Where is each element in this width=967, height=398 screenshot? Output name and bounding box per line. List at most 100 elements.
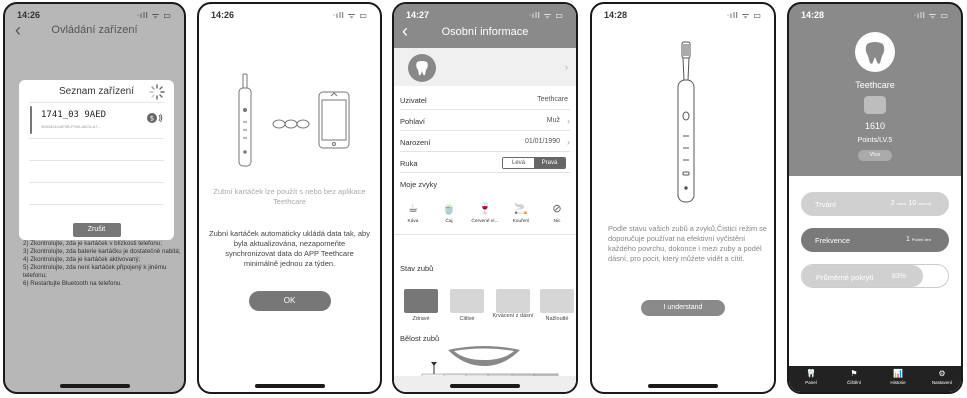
usage-info-text: Zubní kartáček lze použít s nebo bez apl…	[213, 187, 366, 206]
none-icon: ⊘	[552, 203, 562, 215]
tea-icon: 🍵	[442, 203, 456, 215]
home-indicator[interactable]	[648, 384, 718, 388]
hand-left-option[interactable]: Levá	[503, 158, 534, 168]
page-title: Osobní informace	[441, 26, 529, 38]
chevron-right-icon: ›	[567, 116, 570, 126]
recommendation-text: Podle stavu vašich zubů a zvyků,Čisticí …	[608, 224, 767, 263]
chevron-right-icon: ›	[565, 62, 568, 72]
gender-row[interactable]: Pohlaví Muž ›	[400, 111, 570, 131]
hand-right-option[interactable]: Pravá	[534, 158, 565, 168]
coverage-label: Průměrné pokrytí	[816, 273, 874, 282]
habit-label: Čaj	[445, 219, 453, 224]
brush-icon: ⚑	[850, 369, 858, 378]
toothbrush-icon	[677, 41, 695, 203]
tip-item: 5) Zkontrolujte, zda není kartáček připo…	[23, 264, 167, 279]
brush-phone-sync-illustration	[238, 73, 350, 167]
frequency-value: 1 Počet/ den	[906, 236, 931, 243]
sync-info-text: Zubní kartáček automaticky ukládá data t…	[209, 229, 370, 268]
app-logo	[855, 32, 895, 72]
habit-smoking[interactable]: 🚬 Kouření	[504, 202, 538, 224]
teeth-option-sensitive[interactable]	[450, 289, 484, 313]
phone-dashboard: 14:28 ᐧıll ᯤ ▭ Teethcare 1610 Points/LV.…	[787, 2, 963, 394]
device-name[interactable]: 1741_03 9AED	[41, 110, 106, 120]
tab-history[interactable]: 📊 Historie	[878, 369, 918, 385]
teeth-label: Citlivé	[459, 316, 475, 322]
i-understand-button[interactable]: I understand	[641, 300, 725, 316]
tab-label: Čištění	[846, 380, 861, 385]
row-value: 01/01/1990	[524, 138, 560, 145]
section-title-whiteness: Bělost zubů	[400, 334, 440, 343]
device-id: 39834244-8F0B-F930-A6C5-A7...	[41, 124, 102, 129]
home-indicator[interactable]	[254, 384, 325, 388]
teeth-option-bleeding[interactable]	[496, 289, 530, 313]
page-title: Ovládání zařízení	[51, 24, 138, 36]
habit-label: Kouření	[512, 219, 530, 224]
section-title-habits: Moje zvyky	[400, 180, 438, 189]
duration-card[interactable]: Trvání 2 minut 10 sekund	[801, 192, 949, 216]
gear-icon: ⚙	[938, 369, 946, 378]
frequency-card[interactable]: Frekvence 1 Počet/ den	[801, 228, 949, 252]
user-row[interactable]: Uzivatel Teethcare	[400, 90, 570, 110]
toothbrush-icon	[30, 106, 32, 134]
level-label: Points/LV.5	[857, 137, 893, 144]
signal-icon: ᐧıll ᯤ ▭	[913, 11, 949, 20]
teeth-option-yellow[interactable]	[540, 289, 574, 313]
row-label: Uzivatel	[400, 96, 427, 105]
more-button[interactable]: Více	[858, 150, 892, 161]
signal-icon: ᐧıll ᯤ ▭	[332, 11, 368, 20]
phone-recommendation: 14:28 ᐧıll ᯤ ▭ Podle stavu vašich zubů a…	[590, 2, 776, 394]
hand-toggle[interactable]: Levá Pravá	[502, 157, 566, 169]
habit-tea[interactable]: 🍵 Čaj	[432, 202, 466, 224]
phone-device-control: 14:26 ᐧıll ᯤ ▭ ‹ Ovládání zařízení Sezna…	[3, 2, 186, 394]
tab-cleaning[interactable]: ⚑ Čištění	[834, 369, 874, 385]
cancel-button[interactable]: Zrušit	[72, 223, 121, 237]
signal-icon: ᐧıll ᯤ ▭	[726, 11, 762, 20]
avatar[interactable]	[408, 54, 436, 82]
tab-settings[interactable]: ⚙ Nastavení	[922, 369, 961, 385]
tip-item: 6) Restartujte Bluetooth na telefonu.	[23, 280, 123, 287]
coverage-card[interactable]: Průměrné pokrytí 83%	[801, 264, 949, 288]
habit-none[interactable]: ⊘ Nic	[540, 202, 574, 224]
habit-label: Káva	[407, 219, 419, 224]
points-value: 1610	[864, 121, 886, 131]
stats-panel: Trvání 2 minut 10 sekund Frekvence 1 Poč…	[789, 176, 961, 392]
section-title-teeth: Stav zubů	[400, 264, 434, 273]
row-label: Narození	[400, 138, 431, 147]
tab-label: Nastavení	[931, 380, 953, 385]
home-indicator[interactable]	[59, 384, 130, 388]
tab-panel[interactable]: 🦷 Panel	[791, 369, 831, 385]
ok-button[interactable]: OK	[248, 291, 331, 311]
teeth-option-healthy[interactable]	[404, 289, 438, 313]
frequency-label: Frekvence	[815, 236, 851, 245]
wine-icon: 🍷	[478, 203, 492, 215]
home-indicator[interactable]	[450, 384, 520, 388]
signal-icon: ᐧıll ᯤ ▭	[136, 11, 172, 20]
svg-text:$: $	[150, 115, 154, 123]
hand-row: Ruka Levá Pravá	[400, 153, 570, 173]
phone-sync-info: 14:26 ᐧıll ᯤ ▭ Zubní kartáček lze použít…	[197, 2, 382, 394]
tab-label: Historie	[890, 380, 906, 385]
tab-bar: 🦷 Panel ⚑ Čištění 📊 Historie ⚙ Nastavení	[789, 366, 961, 392]
row-label: Ruka	[400, 159, 418, 168]
habit-wine[interactable]: 🍷 Červené ví...	[468, 202, 502, 224]
tip-item: 4) Zkontrolujte, zda je kartáček aktivov…	[23, 256, 141, 263]
row-value: Teethcare	[537, 96, 568, 103]
teeth-label: Zdravé	[412, 316, 430, 322]
avatar-row[interactable]: ›	[394, 48, 576, 86]
tooth-icon	[865, 42, 885, 64]
loading-spinner-icon	[149, 84, 165, 100]
bluetooth-signal-icon: $	[147, 113, 163, 123]
row-value: Muž	[546, 117, 560, 124]
habit-coffee[interactable]: ☕ Káva	[396, 202, 430, 224]
tooth-icon: 🦷	[806, 369, 816, 378]
coffee-icon: ☕	[408, 203, 418, 215]
duration-label: Trvání	[815, 200, 836, 209]
duration-value: 2 minut 10 sekund	[890, 200, 931, 207]
smoking-icon: 🚬	[514, 203, 528, 215]
row-label: Pohlaví	[400, 117, 426, 126]
teeth-label: Krvácení z dásní	[492, 313, 534, 319]
chevron-right-icon: ›	[567, 137, 570, 147]
chart-icon: 📊	[893, 369, 903, 378]
birthdate-row[interactable]: Narození 01/01/1990 ›	[400, 132, 570, 152]
device-list-dialog: Seznam zařízení 1741_03 9AED 39834244-8F…	[19, 80, 174, 240]
